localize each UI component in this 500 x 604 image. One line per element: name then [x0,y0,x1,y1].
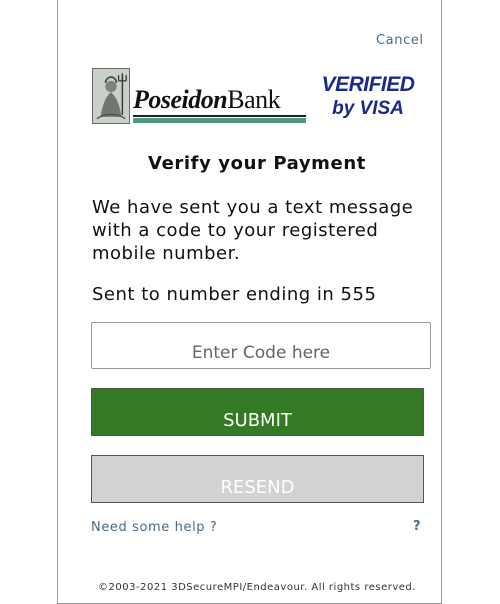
bank-name-part1: Poseidon [133,85,228,114]
code-input[interactable] [91,322,431,369]
page-title: Verify your Payment [148,153,366,174]
resend-button[interactable]: RESEND [91,455,424,503]
sent-to-number: Sent to number ending in 555 [92,284,377,305]
visa-byvisa-text: by VISA [332,98,404,119]
verified-by-visa-logo: VERIFIED by VISA [316,72,420,126]
bank-logo: PoseidonBank [92,68,306,126]
help-link[interactable]: Need some help ? [91,520,217,535]
visa-verified-text: VERIFIED [321,73,415,96]
help-question-icon[interactable]: ? [413,519,421,534]
poseidon-emblem-icon [92,68,130,124]
bank-name: PoseidonBank [133,85,281,115]
bank-logo-accent-rule [133,118,306,123]
bank-logo-rule [133,115,306,117]
footer-copyright: ©2003-2021 3DSecureMPI/Endeavour. All ri… [98,582,416,593]
instruction-message: We have sent you a text message with a c… [92,197,414,264]
bank-name-part2: Bank [227,85,281,114]
cancel-link[interactable]: Cancel [376,33,424,48]
submit-button[interactable]: SUBMIT [91,388,424,436]
